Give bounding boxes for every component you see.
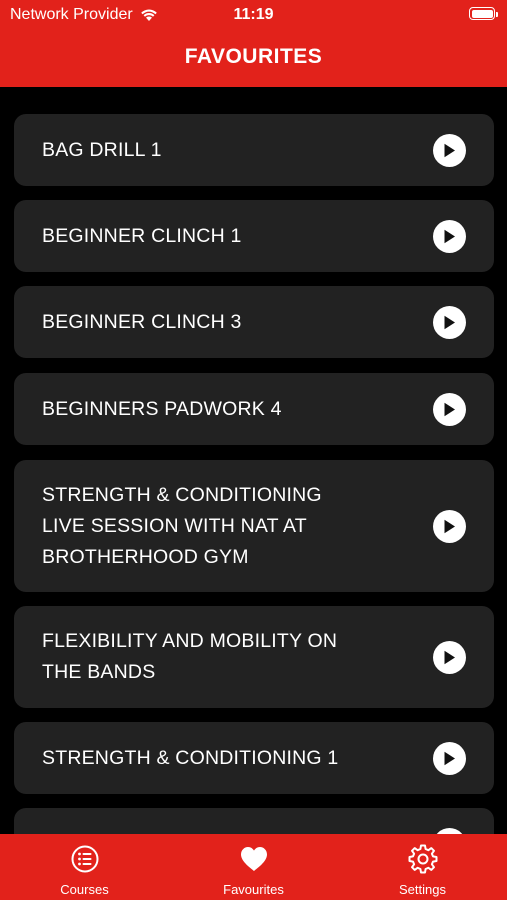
play-icon[interactable]: [433, 133, 466, 167]
tab-favourites[interactable]: Favourites: [169, 834, 338, 900]
app-header: Network Provider 11:19 FAVOURITES: [0, 0, 507, 87]
favourite-item[interactable]: BEGINNERS PADWORK 4: [14, 373, 494, 445]
play-icon[interactable]: [433, 305, 466, 339]
heart-icon: [240, 847, 267, 871]
play-icon[interactable]: [433, 219, 466, 253]
favourite-item-title: FLEXIBILITY AND MOBILITY ON THE BANDS: [42, 630, 338, 683]
play-icon[interactable]: [433, 509, 466, 543]
favourite-item[interactable]: FLEXIBILITY AND MOBILITY ON THE BANDS: [14, 606, 494, 708]
play-icon[interactable]: [433, 392, 466, 426]
favourite-item-title: STRENGTH & CONDITIONING 1: [42, 746, 339, 769]
favourite-item-title: BEGINNER CLINCH 3: [42, 310, 242, 333]
favourite-item-title: STRENGTH & CONDITIONING LIVE SESSION WIT…: [42, 483, 322, 568]
tab-settings[interactable]: Settings: [338, 834, 507, 900]
tab-settings-label: Settings: [399, 882, 446, 897]
favourite-item[interactable]: [14, 808, 494, 834]
tab-favourites-label: Favourites: [223, 882, 284, 897]
favourite-item-title: BEGINNER CLINCH 1: [42, 224, 242, 247]
list-icon: [71, 845, 98, 873]
favourite-item-title: BAG DRILL 1: [42, 138, 162, 161]
status-time: 11:19: [233, 6, 274, 23]
play-icon[interactable]: [433, 640, 466, 674]
favourite-item[interactable]: STRENGTH & CONDITIONING LIVE SESSION WIT…: [14, 460, 494, 592]
tab-courses[interactable]: Courses: [0, 834, 169, 900]
page-title: FAVOURITES: [184, 45, 323, 68]
favourite-item[interactable]: BEGINNER CLINCH 1: [14, 200, 494, 272]
tab-courses-label: Courses: [60, 882, 109, 897]
favourite-item[interactable]: STRENGTH & CONDITIONING 1: [14, 722, 494, 794]
favourite-item[interactable]: BEGINNER CLINCH 3: [14, 286, 494, 358]
play-icon[interactable]: [433, 741, 466, 775]
favourite-item[interactable]: BAG DRILL 1: [14, 114, 494, 186]
battery-icon: [469, 7, 498, 20]
favourite-item-title: BEGINNERS PADWORK 4: [42, 397, 282, 420]
tab-bar: Courses Favourites Settings: [0, 834, 507, 900]
favourites-list[interactable]: BAG DRILL 1 BEGINNER CLINCH 1 BEGINNER C…: [0, 87, 507, 834]
gear-icon: [408, 844, 437, 874]
status-bar: Network Provider 11:19: [0, 0, 507, 30]
